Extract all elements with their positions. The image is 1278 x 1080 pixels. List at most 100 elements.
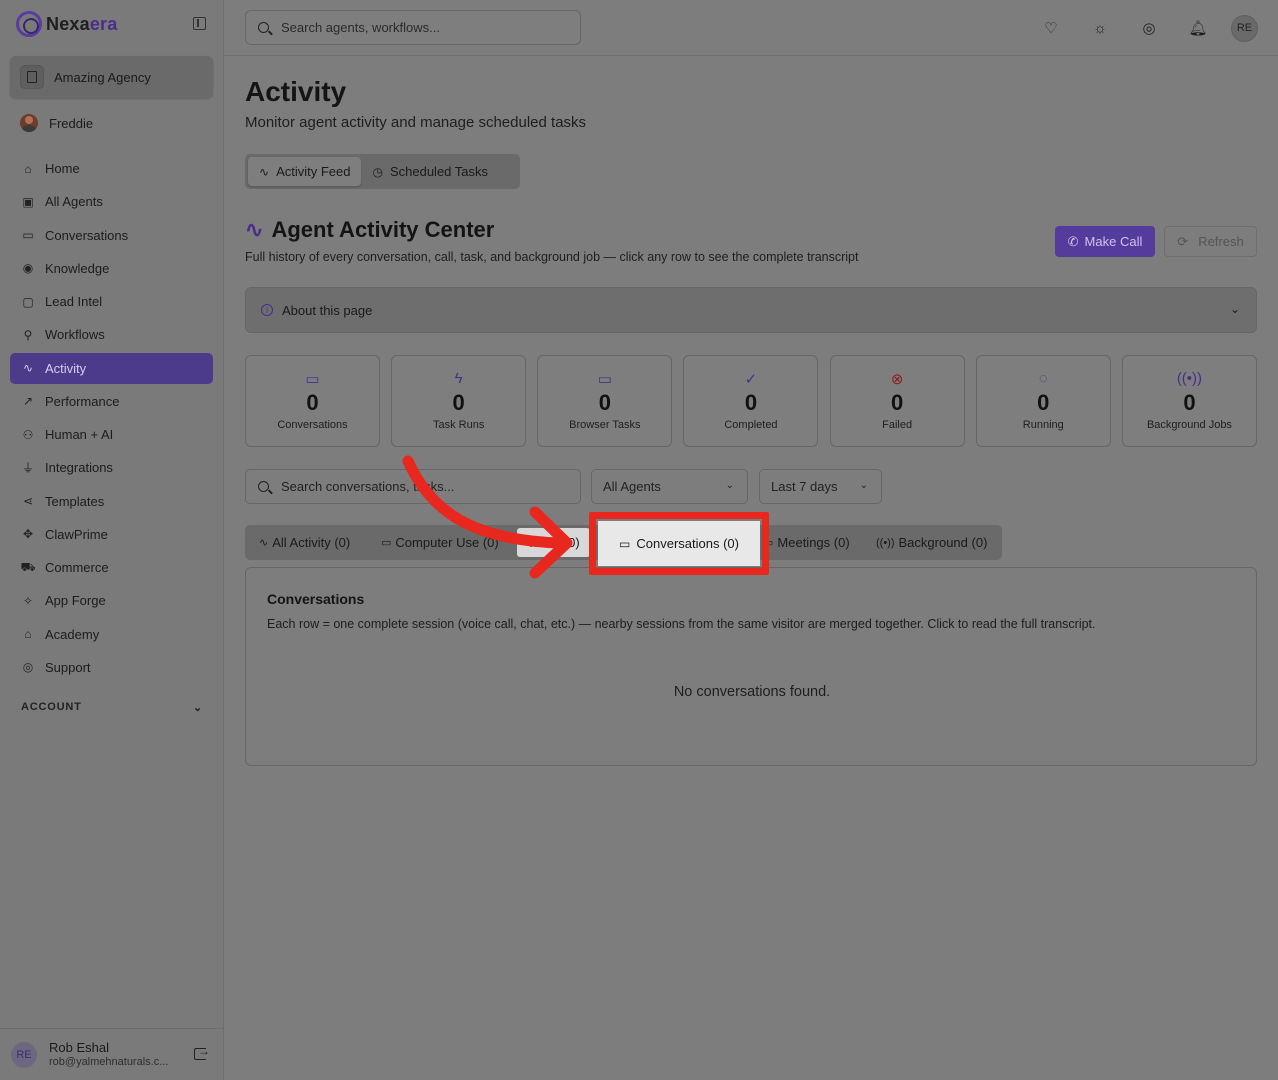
make-call-button[interactable]: ✆ Make Call [1055,226,1155,257]
activity-search-placeholder: Search conversations, tasks... [281,479,455,494]
lifebuoy-icon[interactable]: ◎ [1135,14,1163,42]
cart-icon: ⛟ [20,559,36,574]
date-range-select[interactable]: Last 7 days ⌄ [759,469,882,504]
chevron-down-icon: ⌄ [192,702,203,714]
logout-icon[interactable] [194,1044,210,1060]
topbar: Search agents, workflows... ♡ ☼ ◎ 🔔︎ RE [224,0,1278,56]
stat-value: 0 [891,390,904,415]
sidebar-item-templates[interactable]: ⋖ Templates [10,486,213,517]
activity-icon: ∿ [259,537,269,549]
tab-all-activity[interactable]: ∿ All Activity (0) [259,528,350,557]
agency-switcher[interactable]: Amazing Agency [10,56,213,98]
sidebar-item-clawprime[interactable]: ✥ ClawPrime [10,519,213,550]
logo[interactable]: Nexaera [16,10,212,38]
sidebar-item-commerce[interactable]: ⛟ Commerce [10,552,213,583]
loader-icon: ◌ [1038,370,1048,387]
sidebar-item-conversations[interactable]: ▭ Conversations [10,220,213,251]
bell-icon[interactable]: 🔔︎ [1184,14,1212,42]
stat-card-background-jobs[interactable]: ((•)) 0 Background Jobs [1121,355,1257,447]
footer-user-name: Rob Eshal [49,1040,109,1056]
tab-tasks[interactable]: Tasks (0) [517,528,590,557]
stat-card-task-runs[interactable]: ϟ 0 Task Runs [391,355,527,447]
footer-user-email: rob@yalmehnaturals.c... [49,1055,169,1068]
stat-card-browser-tasks[interactable]: ▭ 0 Browser Tasks [537,355,673,447]
zap-icon: ϟ [454,370,463,387]
brain-icon: ◉ [22,261,34,276]
agents-select[interactable]: All Agents ⌄ [591,469,748,504]
activity-icon: ∿ [259,164,270,179]
stat-label: Completed [724,419,778,431]
lifebuoy-icon: ◎ [22,660,34,675]
account-section-toggle[interactable]: ACCOUNT ⌄ [21,701,203,714]
stat-card-failed[interactable]: ⊗ 0 Failed [829,355,965,447]
tab-meetings[interactable]: ▭ Meetings (0) [763,528,850,557]
activity-icon: ∿ [245,217,264,242]
graduation-icon: ⌂ [24,627,32,641]
sidebar-item-home[interactable]: ⌂ Home [10,153,213,184]
info-icon: i [261,304,273,316]
sun-icon[interactable]: ☼ [1086,14,1114,42]
sidebar-item-app-forge[interactable]: ✧ App Forge [10,585,213,616]
stat-card-completed[interactable]: ✓ 0 Completed [683,355,819,447]
topbar-actions: ♡ ☼ ◎ 🔔︎ RE [1016,14,1258,42]
sparkles-icon: ✧ [22,593,34,608]
sidebar-item-academy[interactable]: ⌂ Academy [10,619,213,650]
sidebar-item-lead-intel[interactable]: ▢ Lead Intel [10,286,213,317]
trending-icon: ↗ [22,394,34,409]
global-search-input[interactable]: Search agents, workflows... [245,10,581,45]
sidebar-item-human-ai[interactable]: ⚇ Human + AI [10,419,213,450]
message-icon: ▭ [619,536,631,551]
header-avatar[interactable]: RE [1231,14,1258,42]
stat-card-running[interactable]: ◌ 0 Running [975,355,1111,447]
sidebar-item-integrations[interactable]: ⏚ Integrations [10,452,213,483]
phone-icon: ✆ [1067,233,1079,249]
stat-label: Task Runs [432,419,485,431]
sidebar-item-label: Knowledge [45,260,110,276]
about-accordion[interactable]: i About this page ⌄ [245,287,1257,333]
search-icon [258,22,269,33]
page-subtitle: Monitor agent activity and manage schedu… [245,114,587,131]
search-icon [258,481,269,492]
sidebar-collapse-icon[interactable] [193,17,206,30]
activity-search-input[interactable]: Search conversations, tasks... [245,469,581,504]
sidebar-item-support[interactable]: ◎ Support [10,652,213,683]
radio-icon: ((•)) [1176,370,1203,387]
sidebar-item-performance[interactable]: ↗ Performance [10,386,213,417]
footer-avatar[interactable]: RE [11,1041,37,1068]
refresh-button[interactable]: ⟳ Refresh [1164,226,1257,257]
conversations-description: Each row = one complete session (voice c… [267,617,1096,631]
chevron-down-icon: ⌄ [1229,302,1240,316]
sidebar-item-label: Lead Intel [45,294,103,309]
sidebar-item-label: Support [45,659,91,675]
about-label: About this page [282,302,373,318]
sidebar-item-activity[interactable]: ∿ Activity [10,352,213,384]
sidebar-item-label: Human + AI [45,427,114,442]
tab-activity-feed[interactable]: ∿ Activity Feed [248,157,362,186]
stat-card-conversations[interactable]: ▭ 0 Conversations [245,355,380,447]
tab-background[interactable]: ((•)) Background (0) [876,528,987,557]
tab-scheduled-tasks[interactable]: ◷ Scheduled Tasks [361,157,499,186]
tab-conversations[interactable]: ▭ Conversations (0) [598,521,760,566]
refresh-icon: ⟳ [1177,233,1189,249]
sidebar-item-all-agents[interactable]: ▣ All Agents [10,186,213,217]
sidebar-item-label: Conversations [45,227,129,243]
sidebar-item-label: ClawPrime [45,526,108,542]
check-circle-icon: ✓ [744,371,758,388]
page-title: Activity [245,76,347,107]
message-icon: ▭ [305,371,320,388]
sidebar-item-knowledge[interactable]: ◉ Knowledge [10,253,213,284]
stats-row: ▭ 0 Conversations ϟ 0 Task Runs ▭ 0 Browser Task… [245,355,1257,447]
share-icon: ⋖ [22,494,34,508]
sidebar-item-label: Integrations [45,460,113,476]
sidebar: Nexaera Amazing Agency Freddie ⌂ Home ▣ All… [0,0,224,1080]
bot-icon: ▣ [22,194,34,209]
sidebar-item-label: Commerce [45,560,109,575]
conversations-card: Conversations Each row = one complete se… [245,567,1257,766]
sidebar-item-label: Home [45,161,80,176]
plug-icon: ⏚ [21,461,34,476]
current-user[interactable]: Freddie [20,114,93,132]
sidebar-item-workflows[interactable]: ⚲ Workflows [10,319,213,350]
stat-value: 0 [1037,390,1050,415]
heart-icon[interactable]: ♡ [1037,14,1065,42]
tab-computer-use[interactable]: ▭ Computer Use (0) [381,528,499,557]
